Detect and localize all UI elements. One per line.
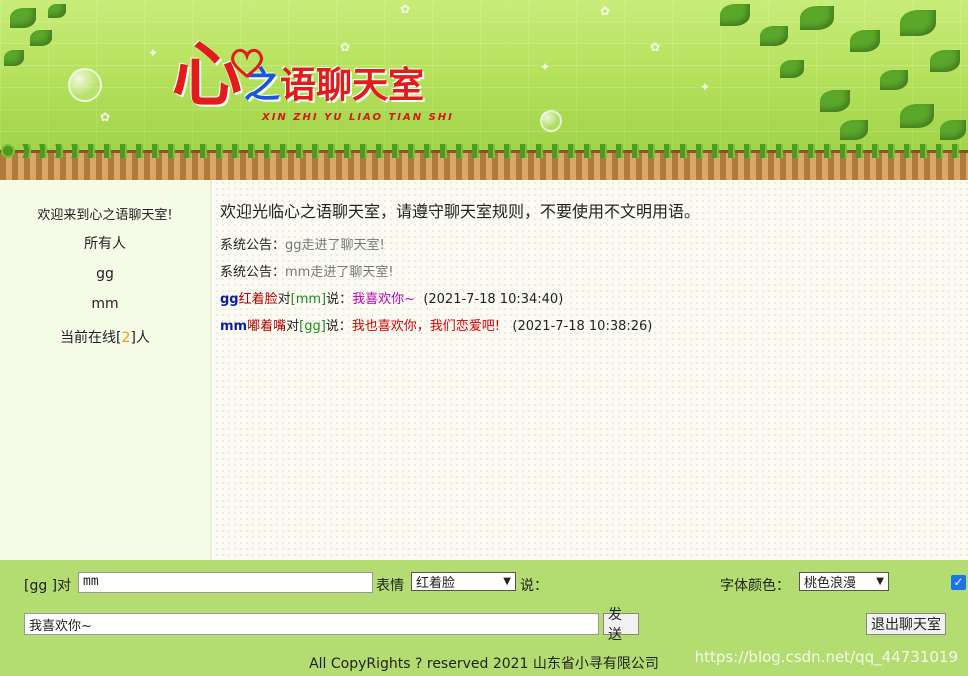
online-count: 当前在线[2]人 [0,327,210,347]
user-list-item-mm[interactable]: mm [0,295,210,313]
leaf-decoration [840,120,868,140]
leaf-decoration [930,50,960,72]
say-label: 说： [520,578,548,594]
leaf-decoration [900,104,934,128]
star-icon: ✿ [100,110,111,124]
message-sender: mm [220,319,248,334]
target-user-input[interactable]: mm [78,572,373,593]
font-color-label: 字体颜色： [720,578,790,594]
message-recipient: [mm] [290,292,327,307]
send-button[interactable]: 发送 [603,607,639,643]
system-announcement: 系统公告：mm走进了聊天室! [220,259,962,286]
system-label: 系统公告： [220,238,286,253]
leaf-decoration [720,4,750,26]
system-message: mm走进了聊天室! [285,265,394,280]
online-suffix: ]人 [130,330,150,346]
chat-message: gg红着脸对[mm]说：我喜欢你~ (2021-7-18 10:34:40) [220,286,962,313]
expression-label: 表情 [376,578,404,594]
leaf-decoration [800,6,834,30]
user-list-sidebar: 欢迎来到心之语聊天室! 所有人 gg mm 当前在线[2]人 [0,180,212,560]
star-icon: ✦ [540,60,551,74]
chat-intro: 欢迎光临心之语聊天室，请遵守聊天室规则，不要使用不文明用语。 [220,202,701,221]
vine-decoration [0,144,968,158]
system-announcement: 系统公告：gg走进了聊天室! [220,232,962,259]
leaf-decoration [900,10,936,36]
message-recipient: [gg] [299,319,326,334]
expression-select[interactable]: 红着脸 ▼ [411,572,516,591]
leaf-decoration [10,8,36,28]
star-icon: ✦ [148,46,159,60]
message-shuo: 说： [326,292,353,307]
star-icon: ✿ [400,2,411,16]
font-color-select-value: 桃色浪漫 [804,576,857,591]
online-prefix: 当前在线[ [60,330,122,346]
leaf-decoration [760,26,788,46]
message-input[interactable]: 我喜欢你~ [24,613,599,635]
message-time: (2021-7-18 10:34:40) [423,292,564,307]
user-list-item-gg[interactable]: gg [0,265,210,283]
message-shuo: 说： [325,319,352,334]
chat-message-area: 欢迎光临心之语聊天室，请遵守聊天室规则，不要使用不文明用语。 系统公告：gg走进… [214,180,968,560]
watermark: https://blog.csdn.net/qq_44731019 [694,648,958,666]
leaf-decoration [880,70,908,90]
leaf-decoration [30,30,52,46]
leaf-decoration [4,50,24,66]
leaf-decoration [850,30,880,52]
exit-chatroom-button[interactable]: 退出聊天室 [866,613,946,635]
chevron-down-icon: ▼ [876,576,884,587]
message-options-row: [gg ]对 mm 表情 红着脸 ▼ 说： 字体颜色： 桃色浪漫 ▼ ✓ [24,572,968,596]
message-text: 我喜欢你~ [352,292,416,307]
message-expression: 嘟着嘴 [247,319,287,334]
message-dui: 对 [286,319,300,334]
sidebar-welcome: 欢迎来到心之语聊天室! [37,208,173,223]
expression-select-value: 红着脸 [416,576,456,591]
message-sender: gg [220,292,239,307]
star-icon: ✿ [600,4,611,18]
bubble-decoration [540,110,562,132]
heart-icon [231,48,263,78]
chat-message: mm嘟着嘴对[gg]说：我也喜欢你，我们恋爱吧! (2021-7-18 10:3… [220,313,962,340]
option-checkbox[interactable]: ✓ [951,575,966,590]
user-list-item-all[interactable]: 所有人 [0,235,210,253]
bubble-decoration [68,68,102,102]
chevron-down-icon: ▼ [503,576,511,587]
chat-control-bar: [gg ]对 mm 表情 红着脸 ▼ 说： 字体颜色： 桃色浪漫 ▼ ✓ 我喜欢… [0,560,968,676]
message-dui: 对 [277,292,291,307]
star-icon: ✿ [650,40,661,54]
logo-title-part2: 语聊天室 [280,65,425,106]
logo-pinyin: XIN ZHI YU LIAO TIAN SHI [262,112,454,123]
header-banner: ✦ ✿ ✿ ✦ ✿ ✿ ✦ ✿ 心 之语聊天室 XIN ZHI YU LIAO … [0,0,968,180]
leaf-decoration [780,60,804,78]
logo-title: 之语聊天室 [244,62,424,110]
message-input-row: 我喜欢你~ 发送 退出聊天室 [24,607,968,643]
leaf-decoration [48,4,66,18]
font-color-select[interactable]: 桃色浪漫 ▼ [799,572,889,591]
site-logo: 心 之语聊天室 XIN ZHI YU LIAO TIAN SHI [172,40,452,124]
speaker-label: [gg ]对 [24,578,72,594]
message-expression: 红着脸 [238,292,278,307]
message-time: (2021-7-18 10:38:26) [512,319,653,334]
message-text: 我也喜欢你，我们恋爱吧! [351,319,501,334]
leaf-decoration [820,90,850,112]
system-message: gg走进了聊天室! [285,238,385,253]
star-icon: ✦ [700,80,711,94]
leaf-decoration [940,120,966,140]
system-label: 系统公告： [220,265,286,280]
